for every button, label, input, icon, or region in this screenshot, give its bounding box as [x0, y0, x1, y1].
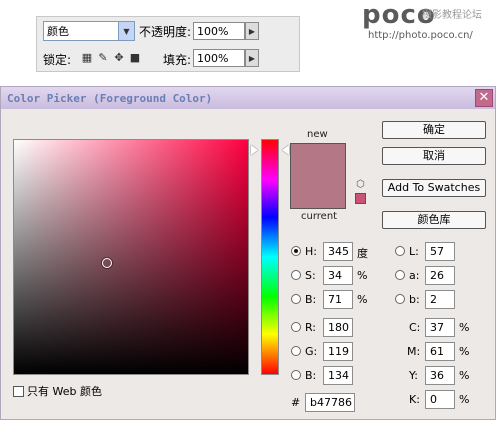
lab-l-label: L:	[409, 245, 419, 258]
hue-radio[interactable]	[291, 246, 301, 256]
hex-label: #	[291, 396, 301, 409]
watermark-url: http://photo.poco.cn/	[368, 30, 473, 41]
chevron-down-icon[interactable]: ▼	[118, 22, 134, 40]
opacity-input[interactable]: 100%	[193, 22, 245, 40]
hue-slider-right-arrow[interactable]	[282, 145, 289, 155]
blue-label: B:	[305, 369, 317, 382]
gamut-warning-swatch[interactable]	[355, 193, 366, 204]
lab-a-label: a:	[409, 269, 420, 282]
web-colors-checkbox[interactable]	[13, 385, 24, 397]
dialog-titlebar[interactable]: Color Picker (Foreground Color) ✕	[1, 87, 495, 109]
black-input[interactable]: 0	[425, 390, 455, 409]
red-label: R:	[305, 321, 317, 334]
black-label: K:	[409, 393, 420, 406]
magenta-label: M:	[407, 345, 421, 358]
green-input[interactable]: 119	[323, 342, 353, 361]
saturation-unit: %	[357, 269, 368, 282]
lab-a-radio[interactable]	[395, 270, 405, 280]
ok-button[interactable]: 确定	[382, 121, 486, 139]
brightness-input[interactable]: 71	[323, 290, 353, 309]
color-field[interactable]	[13, 139, 249, 375]
hue-input[interactable]: 345	[323, 242, 353, 261]
lock-all-icon[interactable]: ■	[129, 52, 141, 64]
lock-brush-icon[interactable]: ✎	[97, 52, 109, 64]
watermark-caption: 摄影教程论坛	[422, 10, 482, 21]
color-libraries-button[interactable]: 颜色库	[382, 211, 486, 229]
color-picker-dialog: Color Picker (Foreground Color) ✕ 只有 Web…	[0, 86, 496, 420]
blend-mode-value: 颜色	[47, 25, 69, 38]
hex-input[interactable]: b47786	[305, 393, 355, 412]
opacity-label: 不透明度:	[139, 25, 192, 39]
yellow-input[interactable]: 36	[425, 366, 455, 385]
fill-input[interactable]: 100%	[193, 49, 245, 67]
opacity-slider-button[interactable]: ▶	[245, 22, 259, 40]
black-unit: %	[459, 393, 470, 406]
lock-transparency-icon[interactable]: ▦	[81, 52, 93, 64]
lab-b-label: b:	[409, 293, 420, 306]
web-colors-only-option[interactable]: 只有 Web 颜色	[13, 383, 102, 399]
dialog-title: Color Picker (Foreground Color)	[7, 92, 213, 105]
cyan-unit: %	[459, 321, 470, 334]
add-to-swatches-button[interactable]: Add To Swatches	[382, 179, 486, 197]
blue-input[interactable]: 134	[323, 366, 353, 385]
cyan-input[interactable]: 37	[425, 318, 455, 337]
saturation-input[interactable]: 34	[323, 266, 353, 285]
hue-slider[interactable]	[261, 139, 279, 375]
lock-label: 锁定:	[43, 53, 72, 67]
lab-l-radio[interactable]	[395, 246, 405, 256]
cyan-label: C:	[409, 321, 421, 334]
magenta-input[interactable]: 61	[425, 342, 455, 361]
lab-b-input[interactable]: 2	[425, 290, 455, 309]
yellow-unit: %	[459, 369, 470, 382]
lab-a-input[interactable]: 26	[425, 266, 455, 285]
lock-position-icon[interactable]: ✥	[113, 52, 125, 64]
lab-l-input[interactable]: 57	[425, 242, 455, 261]
close-icon[interactable]: ✕	[475, 89, 493, 107]
new-color-label: new	[307, 129, 328, 140]
hue-slider-left-arrow[interactable]	[251, 145, 258, 155]
current-color-label: current	[301, 211, 338, 222]
layers-options-panel: 颜色 ▼ 不透明度: 100% ▶ 锁定: ▦ ✎ ✥ ■ 填充: 100% ▶	[36, 16, 300, 72]
brightness-radio[interactable]	[291, 294, 301, 304]
fill-label: 填充:	[163, 53, 192, 67]
brightness-label: B:	[305, 293, 317, 306]
red-input[interactable]: 180	[323, 318, 353, 337]
red-radio[interactable]	[291, 322, 301, 332]
new-color-swatch	[290, 143, 346, 209]
fill-slider-button[interactable]: ▶	[245, 49, 259, 67]
hue-label: H:	[305, 245, 317, 258]
cancel-button[interactable]: 取消	[382, 147, 486, 165]
color-field-marker[interactable]	[102, 258, 112, 268]
yellow-label: Y:	[409, 369, 418, 382]
saturation-radio[interactable]	[291, 270, 301, 280]
magenta-unit: %	[459, 345, 470, 358]
saturation-label: S:	[305, 269, 316, 282]
web-colors-label: 只有 Web 颜色	[27, 385, 102, 398]
lab-b-radio[interactable]	[395, 294, 405, 304]
green-radio[interactable]	[291, 346, 301, 356]
brightness-unit: %	[357, 293, 368, 306]
blue-radio[interactable]	[291, 370, 301, 380]
cube-warning-icon[interactable]: ⬡	[356, 179, 367, 190]
green-label: G:	[305, 345, 318, 358]
hue-unit: 度	[357, 247, 368, 260]
blend-mode-select[interactable]: 颜色 ▼	[43, 21, 135, 41]
